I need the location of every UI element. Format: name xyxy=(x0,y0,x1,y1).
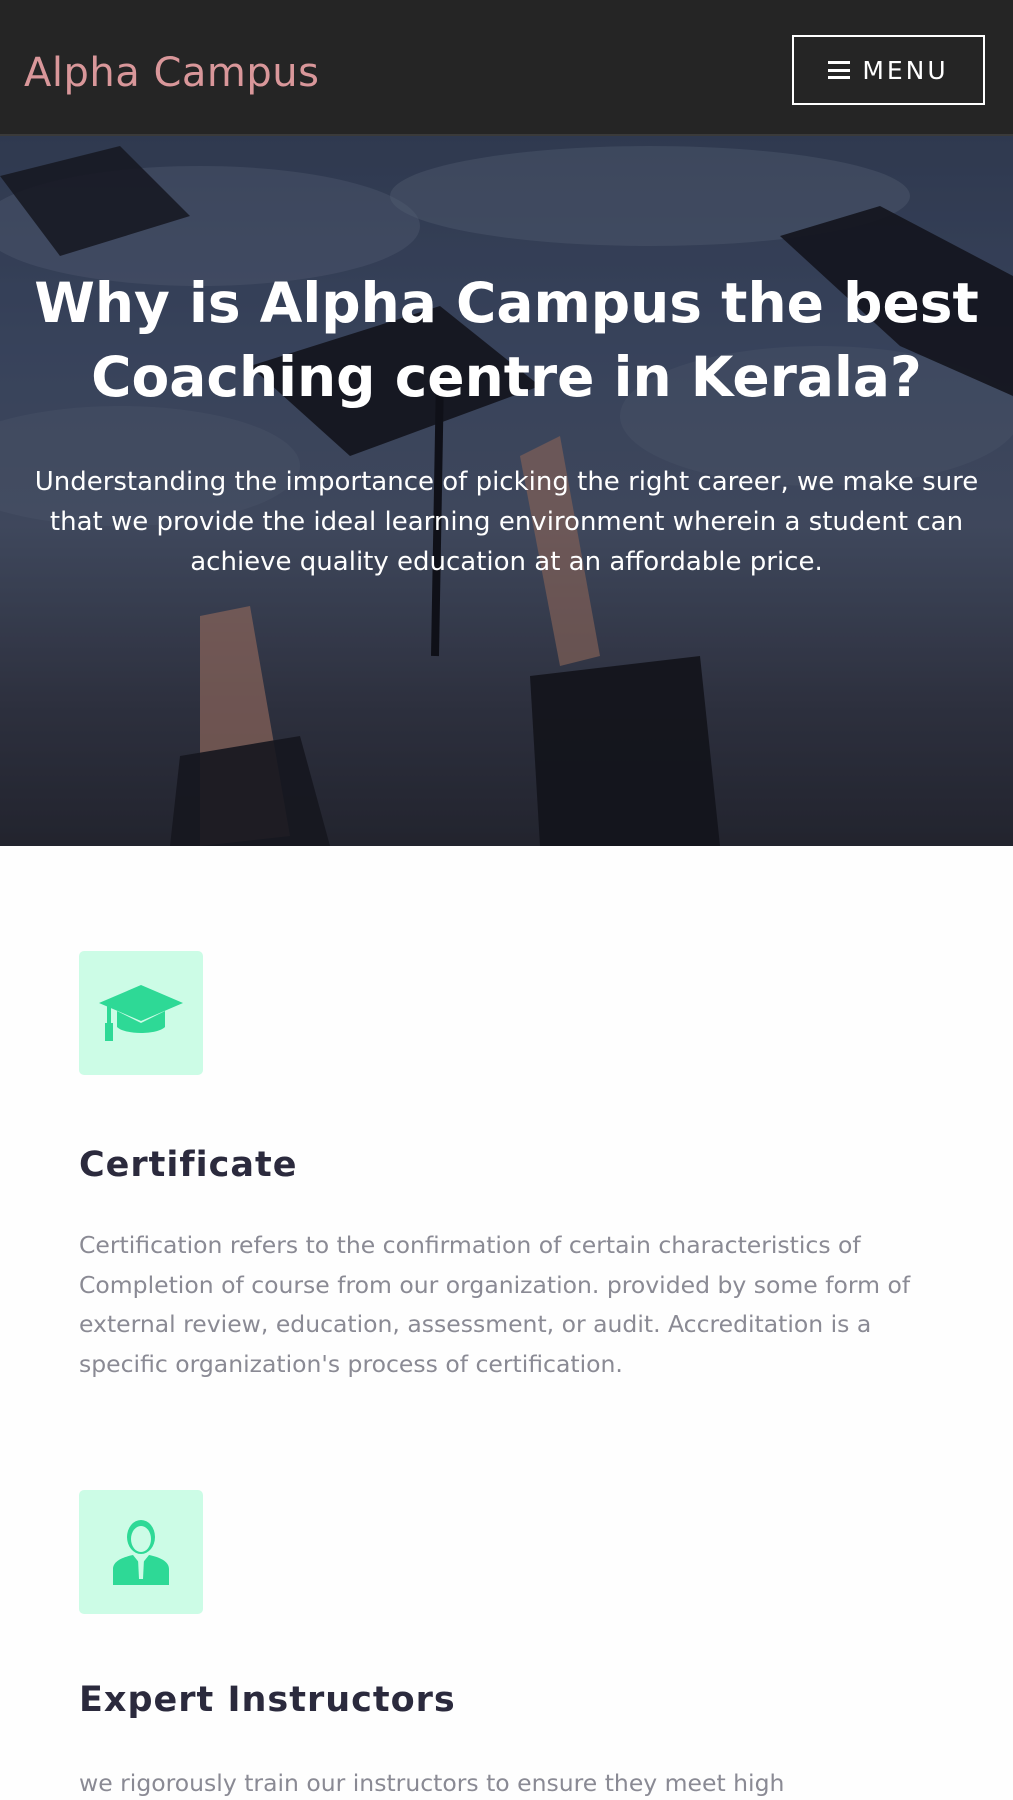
menu-button[interactable]: MENU xyxy=(792,35,985,105)
hero-description: Understanding the importance of picking … xyxy=(34,467,979,577)
site-header: Alpha Campus MENU xyxy=(0,0,1013,136)
certificate-description: Certification refers to the confirmation… xyxy=(79,1231,911,1378)
page: Alpha Campus MENU Why is Alpha Campus th… xyxy=(0,0,1013,1800)
hamburger-icon xyxy=(828,61,851,79)
expert-instructors-icon-box xyxy=(79,1490,203,1614)
expert-instructors-description: we rigorously train our instructors to e… xyxy=(79,1769,785,1797)
certificate-icon-box xyxy=(79,951,203,1075)
menu-button-label: MENU xyxy=(862,55,949,85)
hero-title: Why is Alpha Campus the best Coaching ce… xyxy=(34,271,979,409)
expert-instructors-title: Expert Instructors xyxy=(79,1680,456,1720)
certificate-title: Certificate xyxy=(79,1145,298,1185)
site-logo[interactable]: Alpha Campus xyxy=(24,50,319,96)
graduation-cap-icon xyxy=(99,985,183,1041)
hero-banner: Why is Alpha Campus the best Coaching ce… xyxy=(0,136,1013,846)
instructor-icon xyxy=(113,1520,169,1585)
